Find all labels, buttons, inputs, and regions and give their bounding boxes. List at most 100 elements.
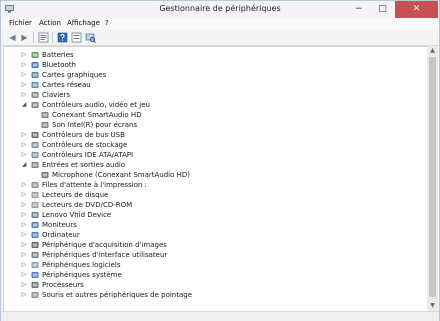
tree-category[interactable]: ▷ Souris et autres périphériques de point…	[4, 290, 424, 300]
system-device-icon	[31, 272, 39, 278]
menu-help[interactable]: ?	[105, 19, 109, 27]
tree-category[interactable]: ▷ Bluetooth	[4, 60, 424, 70]
tree-category[interactable]: ▷ Files d'attente à l'impression :	[4, 180, 424, 190]
tree-item-label: Périphériques système	[42, 271, 122, 279]
tree-category[interactable]: ▷ Ordinateur	[4, 230, 424, 240]
tree-category[interactable]: ▷ Périphériques d'interface utilisateur	[4, 250, 424, 260]
tree-category[interactable]: ▷ Périphériques logiciels	[4, 260, 424, 270]
menu-affichage[interactable]: Affichage	[67, 19, 100, 27]
tree-category[interactable]: ▷ Lecteurs de DVD/CD-ROM	[4, 200, 424, 210]
collapsed-arrow-icon[interactable]: ▷	[21, 280, 27, 290]
vertical-scrollbar[interactable]: ▲ ▼	[427, 46, 438, 311]
disk-drive-icon	[31, 192, 39, 198]
back-icon[interactable]: ◀	[7, 32, 18, 43]
tree-category[interactable]: ▷ Lecteurs de disque	[4, 190, 424, 200]
toolbar-separator	[52, 32, 53, 43]
battery-icon	[31, 52, 39, 58]
scroll-up-icon[interactable]: ▲	[427, 46, 438, 56]
tree-item-label: Contrôleurs IDE ATA/ATAPI	[42, 151, 134, 159]
collapsed-arrow-icon[interactable]: ▷	[21, 240, 27, 250]
tree-category[interactable]: ▷ Contrôleurs IDE ATA/ATAPI	[4, 150, 424, 160]
camera-icon	[31, 242, 39, 248]
menu-action[interactable]: Action	[39, 19, 61, 27]
tree-category[interactable]: ▷ Lenovo Vhid Device	[4, 210, 424, 220]
collapsed-arrow-icon[interactable]: ▷	[21, 150, 27, 160]
tree-item-label: Processeurs	[42, 281, 84, 289]
collapsed-arrow-icon[interactable]: ▷	[21, 60, 27, 70]
collapsed-arrow-icon[interactable]: ▷	[21, 270, 27, 280]
processor-icon	[31, 282, 39, 288]
expanded-arrow-icon[interactable]: ◢	[21, 100, 27, 110]
expanded-arrow-icon[interactable]: ◢	[21, 160, 27, 170]
collapsed-arrow-icon[interactable]: ▷	[21, 140, 27, 150]
scan-hardware-icon[interactable]	[85, 32, 96, 43]
tree-item-label: Conexant SmartAudio HD	[52, 111, 142, 119]
device-tree[interactable]: ▷ Batteries ▷ Bluetooth ▷ Cartes graphiques ▷ C…	[3, 46, 429, 312]
tree-item-label: Batteries	[42, 51, 74, 59]
tree-category[interactable]: ▷ Processeurs	[4, 280, 424, 290]
help-icon[interactable]	[57, 32, 68, 43]
menu-fichier[interactable]: Fichier	[9, 19, 32, 27]
collapsed-arrow-icon[interactable]: ▷	[21, 190, 27, 200]
print-queue-icon	[31, 182, 39, 188]
hid-device-icon	[31, 212, 39, 218]
collapsed-arrow-icon[interactable]: ▷	[21, 80, 27, 90]
properties-list-icon[interactable]	[71, 32, 82, 43]
bluetooth-icon	[31, 62, 39, 68]
collapsed-arrow-icon[interactable]: ▷	[21, 90, 27, 100]
display-adapter-icon	[31, 72, 39, 78]
tree-category[interactable]: ◢ Contrôleurs audio, vidéo et jeu	[4, 100, 424, 110]
speaker-icon	[31, 102, 39, 108]
collapsed-arrow-icon[interactable]: ▷	[21, 50, 27, 60]
collapsed-arrow-icon[interactable]: ▷	[21, 180, 27, 190]
tree-item-label: Ordinateur	[42, 231, 80, 239]
speaker-icon	[41, 122, 49, 128]
tree-category[interactable]: ▷ Cartes graphiques	[4, 70, 424, 80]
collapsed-arrow-icon[interactable]: ▷	[21, 250, 27, 260]
scroll-thumb[interactable]	[429, 57, 436, 297]
tree-item-label: Contrôleurs audio, vidéo et jeu	[42, 101, 150, 109]
tree-device[interactable]: Conexant SmartAudio HD	[4, 110, 424, 120]
scroll-down-icon[interactable]: ▼	[427, 301, 438, 311]
tree-category[interactable]: ▷ Périphériques système	[4, 270, 424, 280]
tree-item-label: Contrôleurs de bus USB	[42, 131, 125, 139]
collapsed-arrow-icon[interactable]: ▷	[21, 210, 27, 220]
tree-category[interactable]: ▷ Moniteurs	[4, 220, 424, 230]
collapsed-arrow-icon[interactable]: ▷	[21, 70, 27, 80]
usb-icon	[31, 132, 39, 138]
close-button[interactable]: ✕	[395, 1, 438, 18]
collapsed-arrow-icon[interactable]: ▷	[21, 220, 27, 230]
tree-item-label: Périphériques logiciels	[42, 261, 121, 269]
tree-item-label: Contrôleurs de stockage	[42, 141, 128, 149]
tree-item-label: Lenovo Vhid Device	[42, 211, 112, 219]
device-manager-window: Gestionnaire de périphériques − □ ✕ Fich…	[0, 0, 440, 321]
collapsed-arrow-icon[interactable]: ▷	[21, 290, 27, 300]
forward-icon[interactable]: ▶	[19, 32, 30, 43]
properties-icon[interactable]	[38, 32, 49, 43]
tree-device[interactable]: Microphone (Conexant SmartAudio HD)	[4, 170, 424, 180]
keyboard-icon	[31, 92, 39, 98]
status-bar	[1, 311, 439, 321]
tree-item-label: Cartes réseau	[42, 81, 91, 89]
tree-item-label: Claviers	[42, 91, 71, 99]
tree-category[interactable]: ▷ Claviers	[4, 90, 424, 100]
tree-category[interactable]: ▷ Périphérique d'acquisition d'images	[4, 240, 424, 250]
ide-controller-icon	[31, 152, 39, 158]
minimize-button[interactable]: −	[347, 1, 370, 18]
tree-category[interactable]: ▷ Contrôleurs de bus USB	[4, 130, 424, 140]
tree-category[interactable]: ◢ Entrées et sorties audio	[4, 160, 424, 170]
tree-category[interactable]: ▷ Cartes réseau	[4, 80, 424, 90]
title-bar[interactable]: Gestionnaire de périphériques − □ ✕	[1, 1, 439, 18]
tree-device[interactable]: Son Intel(R) pour écrans	[4, 120, 424, 130]
collapsed-arrow-icon[interactable]: ▷	[21, 230, 27, 240]
tree-item-label: Périphériques d'interface utilisateur	[42, 251, 168, 259]
tree-item-label: Souris et autres périphériques de pointa…	[42, 291, 193, 299]
tree-category[interactable]: ▷ Batteries	[4, 50, 424, 60]
tree-item-label: Microphone (Conexant SmartAudio HD)	[52, 171, 191, 179]
tree-category[interactable]: ▷ Contrôleurs de stockage	[4, 140, 424, 150]
maximize-button[interactable]: □	[371, 1, 394, 18]
collapsed-arrow-icon[interactable]: ▷	[21, 200, 27, 210]
collapsed-arrow-icon[interactable]: ▷	[21, 130, 27, 140]
collapsed-arrow-icon[interactable]: ▷	[21, 260, 27, 270]
speaker-icon	[41, 112, 49, 118]
